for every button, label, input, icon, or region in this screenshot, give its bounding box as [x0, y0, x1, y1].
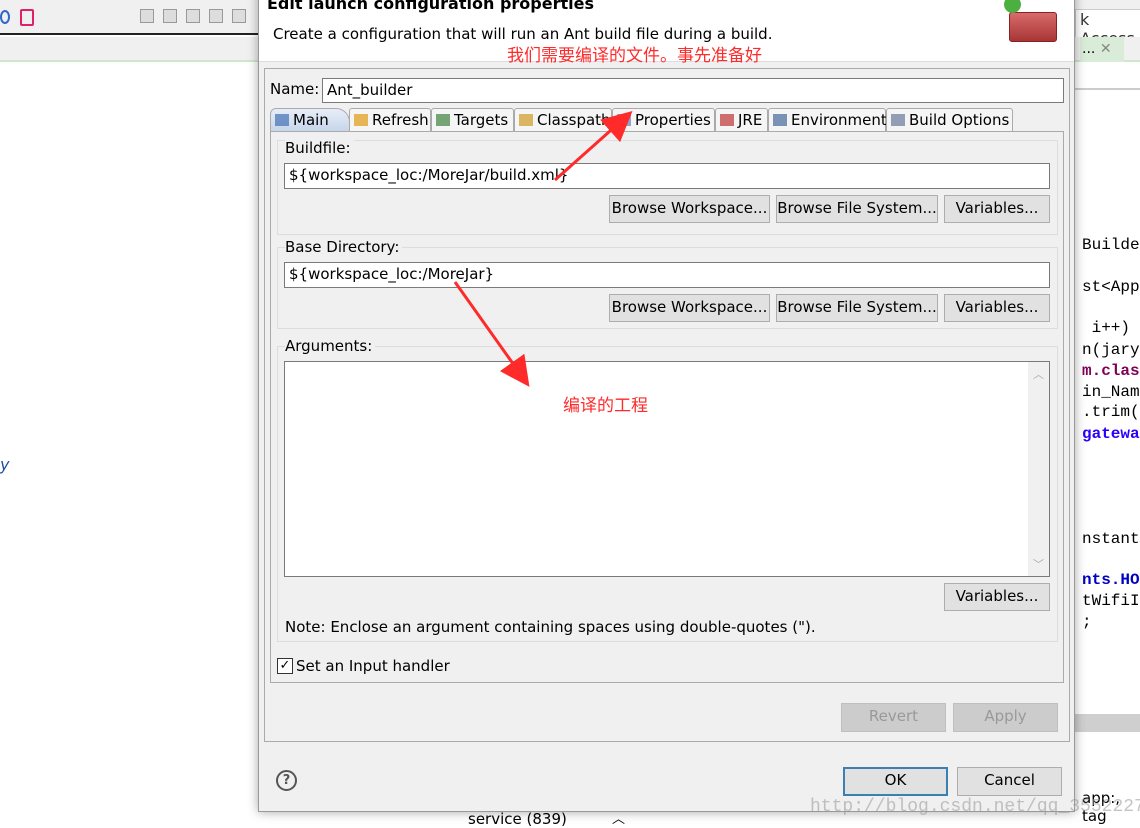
arrow-to-properties: [554, 111, 633, 182]
arrow-from-basedir: [453, 281, 530, 387]
annotation-note-2: 编译的工程: [563, 396, 648, 416]
watermark: http://blog.csdn.net/qq_35522272: [810, 797, 1140, 817]
